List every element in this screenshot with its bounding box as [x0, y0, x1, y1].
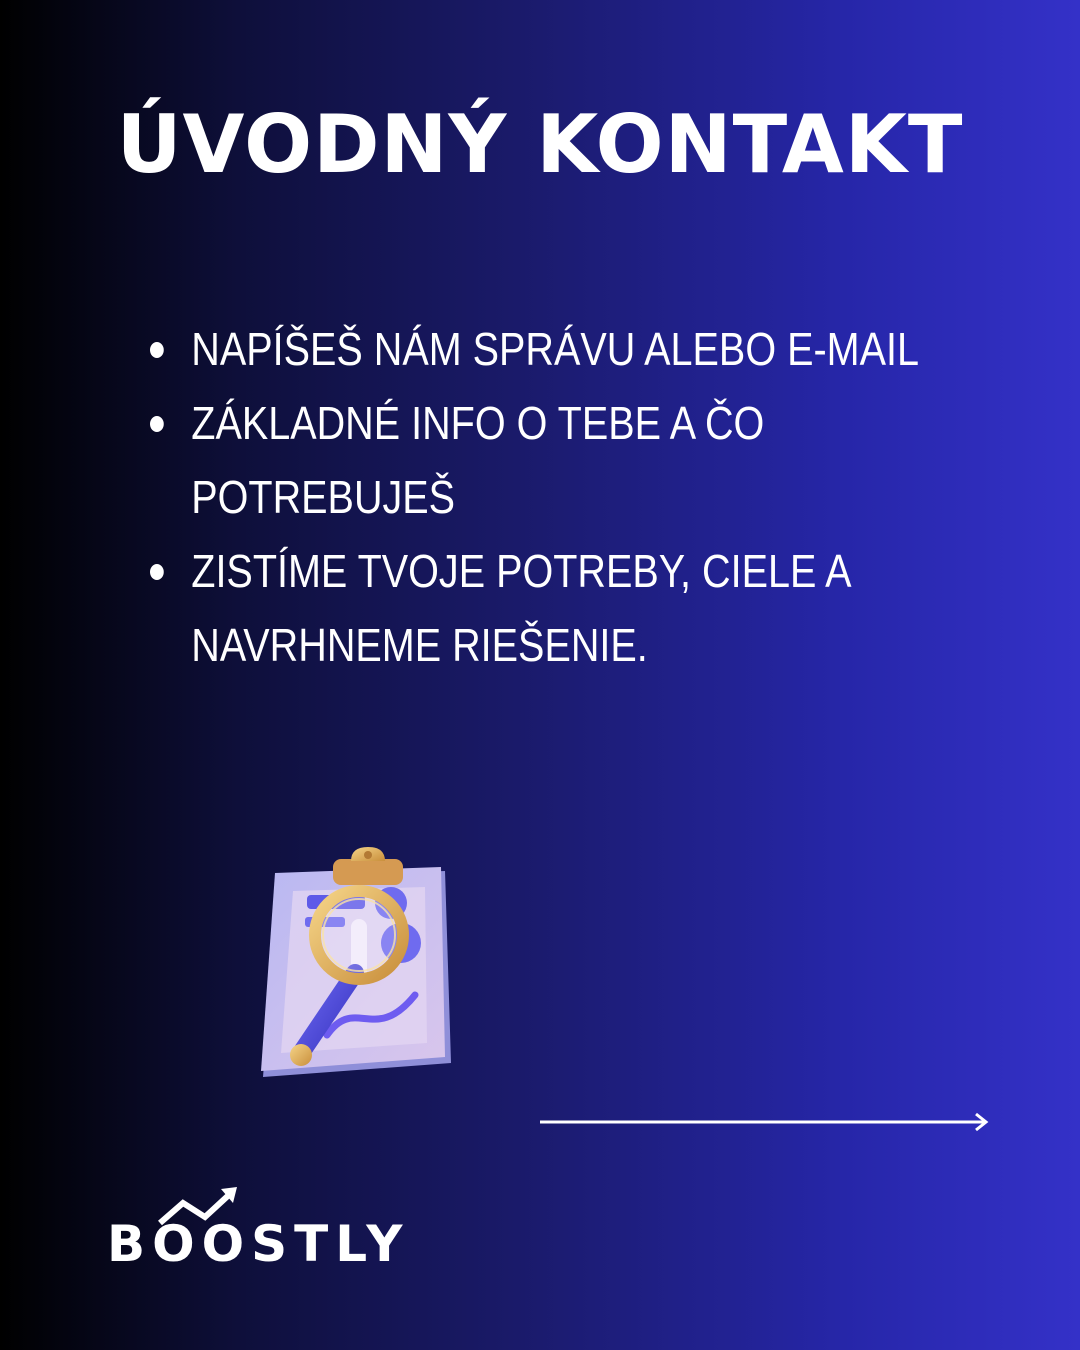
- logo-text: BOOSTLY: [107, 1215, 410, 1270]
- list-item: NAPÍŠEŠ NÁM SPRÁVU ALEBO E-MAIL: [150, 312, 948, 386]
- boostly-logo: BOOSTLY: [107, 1187, 410, 1270]
- list-item-text: ZÁKLADNÉ INFO O TEBE A ČO POTREBUJEŠ: [191, 397, 765, 523]
- bullet-dot-icon: [150, 416, 164, 432]
- bullet-list: NAPÍŠEŠ NÁM SPRÁVU ALEBO E-MAIL ZÁKLADNÉ…: [150, 312, 980, 682]
- bullet-dot-icon: [150, 564, 164, 580]
- list-item: ZISTÍME TVOJE POTREBY, CIELE A NAVRHNEME…: [150, 534, 948, 682]
- list-item: ZÁKLADNÉ INFO O TEBE A ČO POTREBUJEŠ: [150, 386, 948, 534]
- clipboard-magnifier-icon: [261, 847, 451, 1077]
- page-title: ÚVODNÝ KONTAKT: [116, 98, 964, 191]
- list-item-text: ZISTÍME TVOJE POTREBY, CIELE A NAVRHNEME…: [191, 545, 850, 671]
- list-item-text: NAPÍŠEŠ NÁM SPRÁVU ALEBO E-MAIL: [191, 323, 919, 375]
- arrow-right-icon[interactable]: [540, 1110, 990, 1134]
- bullet-dot-icon: [150, 342, 164, 358]
